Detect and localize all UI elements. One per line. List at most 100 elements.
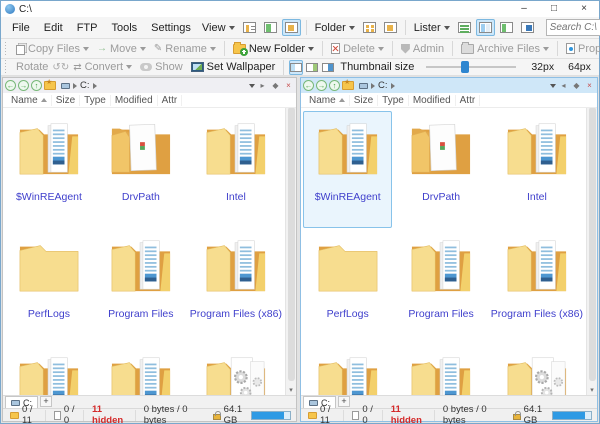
favorites-button[interactable]: ★	[44, 79, 56, 90]
folder-item[interactable]: Program Files (x86)	[189, 228, 283, 345]
lister-single-button[interactable]	[455, 19, 474, 36]
archive-files-button[interactable]: Archive Files	[457, 41, 553, 55]
folder-item[interactable]: Program Files	[396, 228, 485, 345]
folder-item[interactable]: Program Files	[97, 228, 185, 345]
search-box[interactable]	[545, 19, 600, 36]
maximize-button[interactable]: □	[539, 1, 569, 17]
view-list-button[interactable]	[240, 19, 259, 36]
menu-file[interactable]: File	[5, 22, 37, 34]
collapse-pane-button[interactable]: ◂	[558, 81, 569, 90]
favorites-button[interactable]: ★	[342, 79, 354, 90]
column-type[interactable]: Type	[80, 94, 111, 106]
breadcrumb-drive[interactable]: C:	[378, 80, 388, 91]
folder-item[interactable]: $WinREAgent	[303, 111, 393, 228]
column-attr[interactable]: Attr	[456, 94, 481, 106]
thumb-layout-1-button[interactable]	[289, 59, 304, 75]
size-32px-button[interactable]: 32px	[524, 59, 561, 75]
folder-item[interactable]	[303, 345, 392, 395]
size-64px-button[interactable]: 64px	[561, 59, 598, 75]
menu-settings[interactable]: Settings	[144, 22, 198, 34]
up-button[interactable]: ↑	[329, 80, 340, 91]
column-modified[interactable]: Modified	[111, 94, 158, 106]
path-dropdown-button[interactable]	[249, 83, 255, 88]
rename-button[interactable]: ✎ Rename	[150, 43, 220, 55]
breadcrumb[interactable]: C:	[58, 80, 247, 91]
lister-preview-button[interactable]	[518, 19, 537, 36]
column-size[interactable]: Size	[350, 94, 379, 106]
slider-thumb[interactable]	[460, 61, 469, 73]
folder-item[interactable]: DrvPath	[97, 111, 185, 228]
folder-item[interactable]: Program Files (x86)	[490, 228, 584, 345]
copy-files-button[interactable]: Copy Files	[12, 43, 93, 55]
folder-grid-button[interactable]	[360, 19, 379, 36]
close-pane-button[interactable]: ×	[283, 81, 294, 90]
admin-button[interactable]: Admin	[397, 43, 448, 55]
folder-item[interactable]	[490, 345, 584, 395]
move-button[interactable]: → Move	[93, 43, 150, 55]
folder-item[interactable]: PerfLogs	[303, 228, 392, 345]
view-dropdown[interactable]: View	[198, 22, 239, 34]
breadcrumb-drive[interactable]: C:	[80, 80, 90, 91]
back-button[interactable]: ←	[5, 80, 16, 91]
menu-tools[interactable]: Tools	[104, 22, 144, 34]
back-button[interactable]: ←	[303, 80, 314, 91]
column-name[interactable]: Name	[7, 94, 52, 106]
folder-dropdown[interactable]: Folder	[311, 22, 359, 34]
scrollbar-thumb[interactable]	[288, 108, 295, 381]
set-wallpaper-button[interactable]: Set Wallpaper	[187, 61, 280, 73]
folder-item[interactable]	[189, 345, 283, 395]
view-thumbnails-button[interactable]	[281, 19, 301, 36]
add-tab-button[interactable]: +	[40, 396, 52, 407]
lister-tree-button[interactable]	[497, 19, 516, 36]
folder-item[interactable]: Intel	[189, 111, 283, 228]
folder-item[interactable]	[396, 345, 485, 395]
right-scrollbar[interactable]: ▴ ▾	[586, 108, 597, 395]
forward-button[interactable]: →	[316, 80, 327, 91]
thumb-layout-2-button[interactable]	[305, 60, 319, 75]
scrollbar-thumb[interactable]	[589, 108, 596, 381]
lister-dropdown[interactable]: Lister	[410, 22, 454, 34]
column-name[interactable]: Name	[305, 94, 350, 106]
thumbnail-size-slider[interactable]	[426, 61, 517, 73]
path-dropdown-button[interactable]	[550, 83, 556, 88]
folder-item[interactable]	[5, 345, 93, 395]
forward-button[interactable]: →	[18, 80, 29, 91]
new-folder-button[interactable]: New Folder	[229, 41, 318, 56]
show-button[interactable]: Show	[136, 61, 187, 73]
menu-edit[interactable]: Edit	[37, 22, 70, 34]
lister-dual-button[interactable]	[475, 19, 495, 36]
expand-pane-button[interactable]: ▸	[257, 81, 268, 90]
swap-panes-button[interactable]: ◆	[270, 81, 281, 90]
thumb-layout-3-button[interactable]	[321, 60, 335, 75]
scroll-down-icon[interactable]: ▾	[590, 386, 594, 394]
close-pane-button[interactable]: ×	[584, 81, 595, 90]
folder-item[interactable]	[97, 345, 185, 395]
view-details-button[interactable]	[261, 19, 280, 36]
folder-item[interactable]: DrvPath	[396, 111, 485, 228]
breadcrumb[interactable]: C:	[356, 80, 548, 91]
column-modified[interactable]: Modified	[409, 94, 456, 106]
properties-button[interactable]: Properties	[562, 43, 600, 55]
toolbar-grip[interactable]	[4, 60, 8, 74]
minimize-button[interactable]: –	[509, 1, 539, 17]
search-input[interactable]	[549, 22, 600, 33]
column-attr[interactable]: Attr	[158, 94, 183, 106]
column-size[interactable]: Size	[52, 94, 81, 106]
convert-button[interactable]: ⇄ Convert	[69, 61, 136, 73]
swap-panes-button[interactable]: ◆	[571, 81, 582, 90]
column-type[interactable]: Type	[378, 94, 409, 106]
folder-item[interactable]: Intel	[490, 111, 584, 228]
folder-item[interactable]: $WinREAgent	[5, 111, 93, 228]
scroll-down-icon[interactable]: ▾	[289, 386, 293, 394]
rotate-left-button[interactable]: ↺	[52, 62, 60, 73]
add-tab-button[interactable]: +	[338, 396, 350, 407]
delete-button[interactable]: Delete	[327, 43, 388, 55]
folder-thumb-button[interactable]	[381, 19, 400, 36]
folder-item[interactable]: PerfLogs	[5, 228, 93, 345]
close-button[interactable]: ×	[569, 1, 599, 17]
up-button[interactable]: ↑	[31, 80, 42, 91]
rotate-right-button[interactable]: ↻	[61, 62, 69, 73]
menu-ftp[interactable]: FTP	[70, 22, 105, 34]
left-scrollbar[interactable]: ▴ ▾	[285, 108, 296, 395]
toolbar-grip[interactable]	[4, 41, 8, 56]
